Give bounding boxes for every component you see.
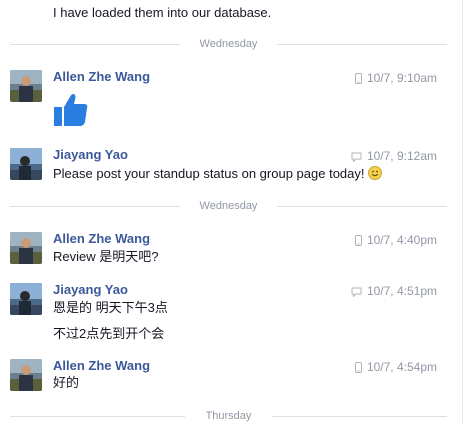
chat-bubble-icon: [351, 285, 362, 301]
time-text: 10/7, 9:12am: [366, 149, 437, 163]
avatar[interactable]: [10, 70, 42, 102]
message-text: 恩是的 明天下午3点: [53, 300, 168, 315]
avatar-photo-icon: [10, 70, 42, 102]
message-time: 10/7, 4:54pm: [354, 359, 437, 377]
avatar-photo-icon: [10, 359, 42, 391]
divider-label: Wednesday: [191, 38, 266, 50]
day-divider: Wednesday: [10, 199, 447, 213]
thumbs-up-icon: [53, 91, 89, 127]
avatar[interactable]: [10, 283, 42, 315]
time-text: 10/7, 4:51pm: [366, 284, 437, 298]
message-time: 10/7, 4:40pm: [354, 232, 437, 250]
scrollbar[interactable]: [462, 0, 471, 425]
message-time: 10/7, 4:51pm: [351, 283, 437, 301]
sender-name[interactable]: Allen Zhe Wang: [53, 231, 150, 247]
day-divider: Wednesday: [10, 37, 447, 51]
avatar-photo-icon: [10, 148, 42, 180]
conversation-pane: I have loaded them into our database. We…: [0, 0, 463, 425]
sender-name[interactable]: Allen Zhe Wang: [53, 69, 150, 85]
day-divider: Thursday: [10, 409, 447, 423]
sender-name[interactable]: Allen Zhe Wang: [53, 358, 150, 374]
phone-icon: [354, 361, 362, 377]
time-text: 10/7, 4:40pm: [366, 233, 437, 247]
sender-name[interactable]: Jiayang Yao: [53, 147, 128, 163]
chat-bubble-icon: [351, 150, 362, 166]
message-text: 不过2点先到开个会: [53, 326, 165, 341]
message-time: 10/7, 9:12am: [351, 148, 437, 166]
time-text: 10/7, 9:10am: [366, 71, 437, 85]
sender-name[interactable]: Jiayang Yao: [53, 282, 128, 298]
avatar[interactable]: [10, 359, 42, 391]
time-text: 10/7, 4:54pm: [366, 360, 437, 374]
message-text: Review 是明天吧?: [53, 249, 159, 264]
avatar-photo-icon: [10, 232, 42, 264]
divider-label: Wednesday: [191, 200, 266, 212]
phone-icon: [354, 72, 362, 88]
divider-label: Thursday: [197, 410, 260, 422]
message-text: Please post your standup status on group…: [53, 166, 382, 182]
smiley-emoji-icon: [367, 166, 382, 180]
phone-icon: [354, 234, 362, 250]
avatar[interactable]: [10, 232, 42, 264]
message-text: I have loaded them into our database.: [53, 5, 272, 20]
message-text: 好的: [53, 375, 80, 390]
message-time: 10/7, 9:10am: [354, 70, 437, 88]
avatar[interactable]: [10, 148, 42, 180]
message-body: Please post your standup status on group…: [53, 166, 365, 181]
avatar-photo-icon: [10, 283, 42, 315]
